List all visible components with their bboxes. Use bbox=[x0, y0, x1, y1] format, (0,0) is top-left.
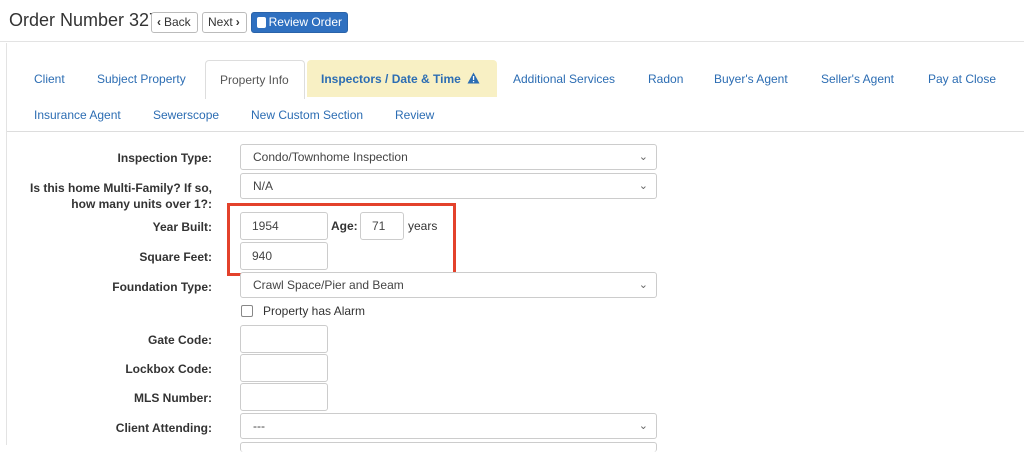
page-header: Order Number 327 ‹ Back Next › Review Or… bbox=[0, 0, 1024, 42]
multi-family-value: N/A bbox=[253, 179, 274, 193]
lockbox-code-label: Lockbox Code: bbox=[125, 362, 212, 376]
inspection-type-value: Condo/Townhome Inspection bbox=[253, 150, 408, 164]
chevron-left-icon: ‹ bbox=[157, 15, 161, 29]
client-attending-label: Client Attending: bbox=[115, 421, 212, 435]
tab-bar-row-1: Client Subject Property Property Info In… bbox=[0, 60, 1024, 99]
tab-new-custom-section[interactable]: New Custom Section bbox=[251, 108, 363, 122]
gate-code-input[interactable] bbox=[240, 325, 328, 353]
tab-inspectors-label: Inspectors / Date & Time bbox=[321, 72, 461, 86]
tab-pay-at-close[interactable]: Pay at Close bbox=[928, 72, 996, 86]
review-order-label: Review Order bbox=[268, 15, 342, 29]
multi-family-select[interactable]: N/A ⌄ bbox=[240, 173, 657, 199]
tab-property-info[interactable]: Property Info bbox=[205, 60, 305, 99]
tab-inspectors-date-time[interactable]: Inspectors / Date & Time bbox=[307, 60, 497, 97]
chevron-down-icon: ⌄ bbox=[638, 420, 648, 432]
checkbox-icon bbox=[257, 17, 266, 28]
multi-family-label-line2: how many units over 1?: bbox=[71, 197, 212, 211]
back-button[interactable]: ‹ Back bbox=[151, 12, 198, 33]
back-button-label: Back bbox=[164, 15, 191, 29]
tab-radon[interactable]: Radon bbox=[648, 72, 683, 86]
tab-bar-row-2: Insurance Agent Sewerscope New Custom Se… bbox=[0, 100, 1024, 130]
mls-number-input[interactable] bbox=[240, 383, 328, 411]
client-attending-select[interactable]: --- ⌄ bbox=[240, 413, 657, 439]
highlight-box bbox=[227, 203, 456, 276]
lockbox-code-input[interactable] bbox=[240, 354, 328, 382]
tab-client[interactable]: Client bbox=[34, 72, 65, 86]
multi-family-label-line1: Is this home Multi-Family? If so, bbox=[29, 181, 212, 195]
square-feet-label: Square Feet: bbox=[139, 250, 212, 264]
chevron-right-icon: › bbox=[235, 15, 240, 29]
tab-divider bbox=[7, 131, 1024, 132]
tab-subject-property[interactable]: Subject Property bbox=[97, 72, 186, 86]
tab-sewerscope[interactable]: Sewerscope bbox=[153, 108, 219, 122]
tab-buyers-agent[interactable]: Buyer's Agent bbox=[714, 72, 788, 86]
inspection-type-select[interactable]: Condo/Townhome Inspection ⌄ bbox=[240, 144, 657, 170]
client-attending-value: --- bbox=[253, 419, 265, 433]
tab-review[interactable]: Review bbox=[395, 108, 434, 122]
property-alarm-checkbox[interactable] bbox=[241, 305, 253, 317]
property-alarm-label: Property has Alarm bbox=[263, 304, 366, 318]
mls-number-label: MLS Number: bbox=[134, 391, 212, 405]
chevron-down-icon: ⌄ bbox=[638, 180, 648, 192]
review-order-button[interactable]: Review Order bbox=[251, 12, 348, 33]
foundation-type-value: Crawl Space/Pier and Beam bbox=[253, 278, 404, 292]
tab-sellers-agent[interactable]: Seller's Agent bbox=[821, 72, 894, 86]
tab-additional-services[interactable]: Additional Services bbox=[513, 72, 615, 86]
next-select-partial[interactable] bbox=[240, 442, 657, 452]
chevron-down-icon: ⌄ bbox=[638, 279, 648, 291]
warning-icon bbox=[467, 72, 480, 97]
gate-code-label: Gate Code: bbox=[147, 333, 212, 347]
inspection-type-label: Inspection Type: bbox=[117, 151, 212, 165]
year-built-label: Year Built: bbox=[152, 220, 212, 234]
multi-family-label: Is this home Multi-Family? If so, how ma… bbox=[30, 180, 212, 212]
foundation-type-select[interactable]: Crawl Space/Pier and Beam ⌄ bbox=[240, 272, 657, 298]
chevron-down-icon: ⌄ bbox=[638, 151, 648, 163]
page-title: Order Number 327 bbox=[9, 10, 160, 30]
foundation-type-label: Foundation Type: bbox=[112, 280, 212, 294]
tab-insurance-agent[interactable]: Insurance Agent bbox=[34, 108, 121, 122]
next-button[interactable]: Next › bbox=[202, 12, 247, 33]
next-button-label: Next bbox=[208, 15, 233, 29]
